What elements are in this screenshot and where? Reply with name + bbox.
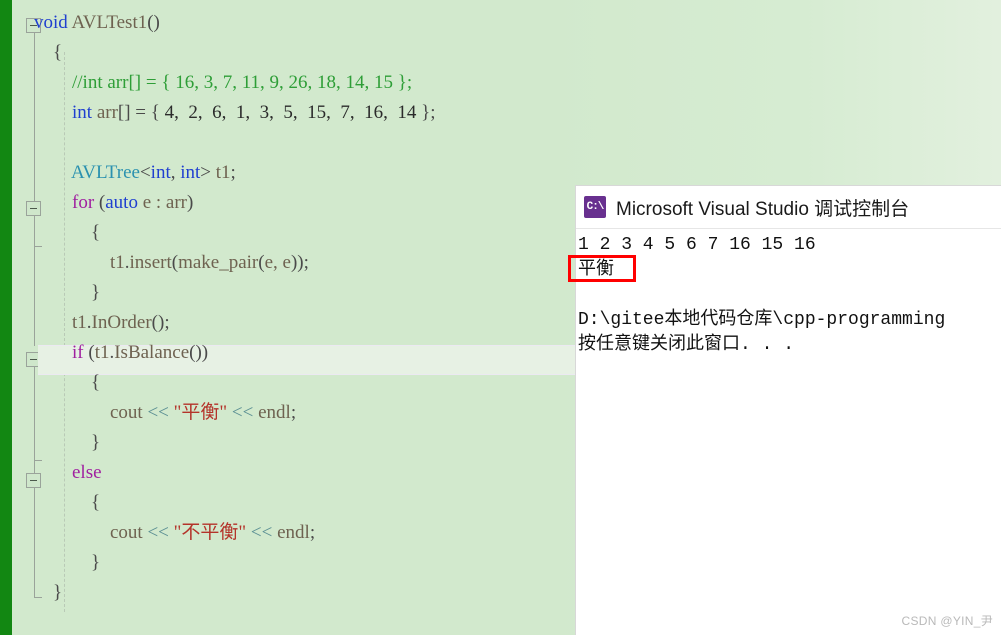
code-line: } (34, 548, 436, 578)
code-token: }; (416, 102, 436, 123)
code-text-area[interactable]: void AVLTest1() { //int arr[] = { 16, 3,… (34, 8, 436, 608)
console-output-line: 按任意键关闭此窗口. . . (578, 335, 795, 355)
code-token: t1 (94, 342, 110, 363)
code-token: void (34, 12, 72, 33)
code-token: t1 (72, 312, 87, 333)
code-token: //int arr[] = { 16, 3, 7, 11, 9, 26, 18,… (72, 72, 413, 93)
code-token: { (91, 492, 101, 513)
code-token: (); (151, 312, 170, 333)
code-token: insert (129, 252, 172, 273)
console-cmd-icon: C:\ (584, 196, 606, 218)
code-line: AVLTree<int, int> t1; (34, 158, 436, 188)
code-line: cout << "平衡" << endl; (34, 398, 436, 428)
code-token: << (142, 522, 174, 543)
code-line: void AVLTest1() (34, 8, 436, 38)
code-line: { (34, 368, 436, 398)
code-line: if (t1.IsBalance()) (34, 338, 436, 368)
code-token: { (91, 222, 101, 243)
code-line: t1.insert(make_pair(e, e)); (34, 248, 436, 278)
code-token: ; (290, 402, 297, 423)
code-token: ( (94, 192, 106, 213)
code-line: for (auto e : arr) (34, 188, 436, 218)
code-token: t1 (110, 252, 125, 273)
code-token: arr (92, 102, 118, 123)
code-token: { (91, 372, 101, 393)
code-token: auto (105, 192, 138, 213)
code-token: } (91, 552, 101, 573)
console-output: 1 2 3 4 5 6 7 16 15 16 平衡 D:\gitee本地代码仓库\c… (576, 229, 1001, 358)
screenshot-root: void AVLTest1() { //int arr[] = { 16, 3,… (0, 0, 1001, 635)
code-token: 4, 2, 6, 1, 3, 5, 15, 7, 16, 14 (164, 102, 417, 123)
console-title: Microsoft Visual Studio 调试控制台 (616, 198, 910, 220)
code-line: } (34, 428, 436, 458)
change-tracking-bar (0, 0, 12, 635)
code-token: } (91, 432, 101, 453)
code-token: e, e (264, 252, 291, 273)
code-token: endl (258, 402, 291, 423)
code-line: { (34, 488, 436, 518)
console-output-line: 平衡 (578, 260, 614, 280)
console-icon-label: C:\ (586, 200, 605, 213)
code-token: < (139, 162, 151, 183)
code-token: "平衡" (173, 402, 228, 423)
code-token: cout (110, 522, 143, 543)
code-token: )); (290, 252, 309, 273)
code-token: } (91, 282, 101, 303)
code-token: e : arr (137, 192, 188, 213)
code-token: int (180, 162, 201, 183)
code-token: else (72, 462, 102, 483)
code-line: } (34, 578, 436, 608)
code-token: ()) (189, 342, 209, 363)
code-token: ; (309, 522, 316, 543)
code-token: int (72, 102, 93, 123)
code-token: int (150, 162, 171, 183)
code-token: endl (277, 522, 310, 543)
code-token: "不平衡" (173, 522, 247, 543)
code-token: ) (187, 192, 194, 213)
console-titlebar[interactable]: C:\ Microsoft Visual Studio 调试控制台 (576, 186, 1001, 229)
code-token: , (170, 162, 181, 183)
code-token: () (147, 12, 160, 33)
code-line: else (34, 458, 436, 488)
code-token: ; (230, 162, 236, 183)
code-line: { (34, 38, 436, 68)
code-token: make_pair (178, 252, 259, 273)
watermark: CSDN @YIN_尹 (901, 614, 993, 628)
code-token: ( (83, 342, 95, 363)
code-line: int arr[] = { 4, 2, 6, 1, 3, 5, 15, 7, 1… (34, 98, 436, 128)
code-token: > (200, 162, 216, 183)
code-token: AVLTree (70, 162, 140, 183)
code-token: << (246, 522, 278, 543)
code-token: t1 (215, 162, 231, 183)
code-token: cout (110, 402, 143, 423)
code-token: AVLTest1 (71, 12, 148, 33)
code-token: IsBalance (114, 342, 190, 363)
code-token: << (142, 402, 174, 423)
code-token: } (53, 582, 63, 603)
code-line: //int arr[] = { 16, 3, 7, 11, 9, 26, 18,… (34, 68, 436, 98)
console-output-line: D:\gitee本地代码仓库\cpp-programming (578, 310, 946, 330)
code-line: t1.InOrder(); (34, 308, 436, 338)
code-line: { (34, 218, 436, 248)
debug-console-window[interactable]: C:\ Microsoft Visual Studio 调试控制台 1 2 3 … (575, 185, 1001, 635)
code-token: [] = { (117, 102, 165, 123)
code-line: cout << "不平衡" << endl; (34, 518, 436, 548)
code-token: InOrder (91, 312, 152, 333)
code-token: for (72, 192, 95, 213)
code-token: << (227, 402, 259, 423)
code-token: { (53, 42, 63, 63)
console-output-line: 1 2 3 4 5 6 7 16 15 16 (578, 235, 816, 255)
code-line: } (34, 278, 436, 308)
code-token: if (72, 342, 84, 363)
